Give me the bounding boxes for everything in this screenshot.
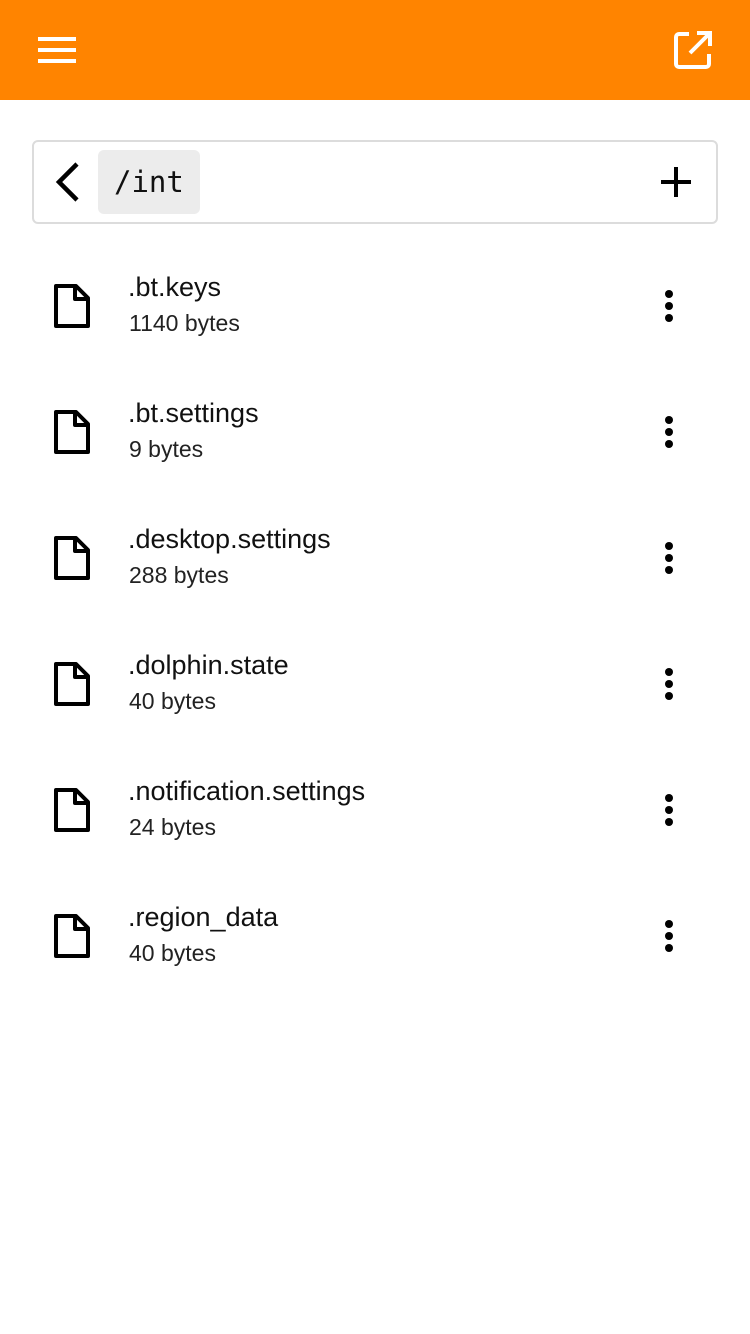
file-list-item[interactable]: .region_data 40 bytes — [0, 874, 750, 1000]
file-name: .dolphin.state — [128, 650, 289, 680]
open-in-new-button[interactable] — [662, 20, 724, 80]
file-size: 40 bytes — [129, 688, 216, 714]
app-bar — [0, 0, 750, 100]
file-icon — [54, 788, 90, 832]
more-vertical-icon — [665, 668, 673, 700]
file-list-item[interactable]: .dolphin.state 40 bytes — [0, 622, 750, 748]
more-options-button[interactable] — [644, 784, 694, 836]
file-list-item[interactable]: .notification.settings 24 bytes — [0, 748, 750, 874]
file-icon — [54, 914, 90, 958]
more-vertical-icon — [665, 416, 673, 448]
more-options-button[interactable] — [644, 280, 694, 332]
plus-icon — [661, 167, 691, 197]
more-vertical-icon — [665, 920, 673, 952]
file-size: 288 bytes — [129, 562, 229, 588]
more-options-button[interactable] — [644, 406, 694, 458]
file-icon — [54, 536, 90, 580]
more-vertical-icon — [665, 794, 673, 826]
file-name: .bt.settings — [128, 398, 259, 428]
path-breadcrumb[interactable]: /int — [98, 150, 200, 214]
file-list: .bt.keys 1140 bytes .bt.settings 9 bytes — [0, 244, 750, 1000]
back-button[interactable] — [44, 154, 92, 210]
file-size: 40 bytes — [129, 940, 216, 966]
menu-button[interactable] — [26, 20, 88, 80]
more-options-button[interactable] — [644, 910, 694, 962]
file-size: 24 bytes — [129, 814, 216, 840]
file-icon — [54, 662, 90, 706]
open-in-new-icon — [674, 31, 712, 69]
file-size: 9 bytes — [129, 436, 204, 462]
file-name: .bt.keys — [128, 272, 222, 302]
file-size: 1140 bytes — [129, 310, 240, 336]
more-vertical-icon — [665, 290, 673, 322]
file-icon — [54, 284, 90, 328]
file-name: .notification.settings — [128, 776, 366, 806]
file-list-item[interactable]: .bt.keys 1140 bytes — [0, 244, 750, 370]
file-list-item[interactable]: .desktop.settings 288 bytes — [0, 496, 750, 622]
file-name: .region_data — [128, 902, 279, 932]
path-bar: /int — [32, 140, 718, 224]
more-vertical-icon — [665, 542, 673, 574]
menu-icon — [38, 37, 76, 63]
more-options-button[interactable] — [644, 658, 694, 710]
file-name: .desktop.settings — [128, 524, 331, 554]
more-options-button[interactable] — [644, 532, 694, 584]
add-button[interactable] — [650, 154, 702, 210]
chevron-left-icon — [55, 162, 79, 202]
file-icon — [54, 410, 90, 454]
file-list-item[interactable]: .bt.settings 9 bytes — [0, 370, 750, 496]
